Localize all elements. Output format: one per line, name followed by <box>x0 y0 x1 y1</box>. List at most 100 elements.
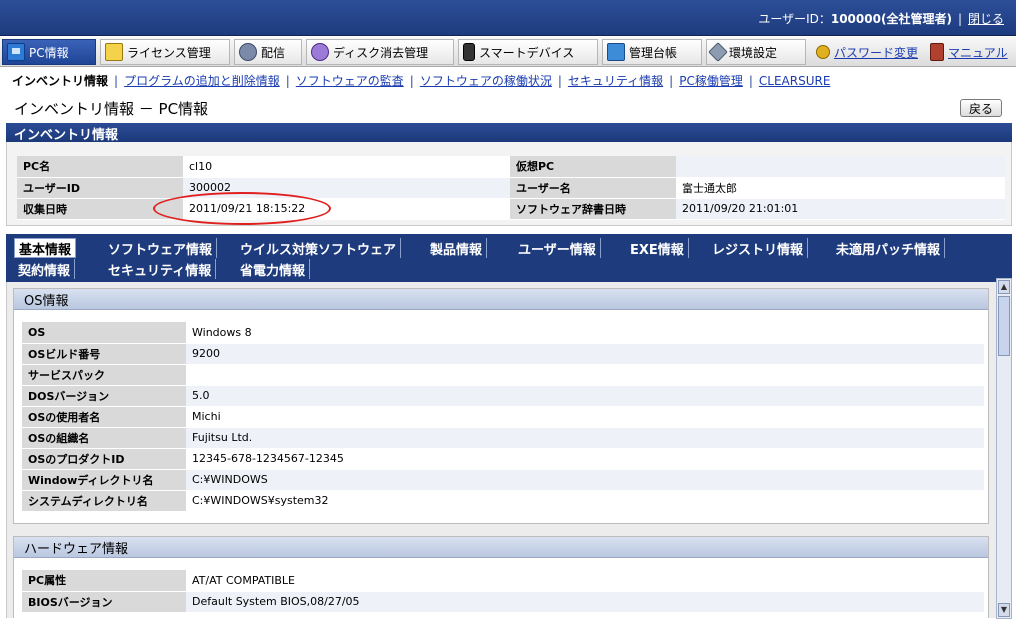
user-name-label: ユーザー名 <box>510 177 676 199</box>
back-button[interactable]: 戻る <box>960 99 1002 117</box>
ledger-icon <box>607 43 625 61</box>
pc-icon <box>7 43 25 61</box>
row-value: Michi <box>186 406 984 428</box>
section-header-inventory: インベントリ情報 <box>6 123 1012 143</box>
row-label: DOSバージョン <box>22 385 186 407</box>
tab-product-info[interactable]: 製品情報 <box>426 238 488 258</box>
separator: | <box>669 74 674 88</box>
row-label: システムディレクトリ名 <box>22 490 186 512</box>
row-label: OSの使用者名 <box>22 406 186 428</box>
tab-user-info[interactable]: ユーザー情報 <box>514 238 601 258</box>
row-value: 9200 <box>186 343 984 365</box>
tab-basic-info[interactable]: 基本情報 <box>14 238 77 258</box>
menu-manual-label: マニュアル <box>948 45 1008 60</box>
pc-name-label: PC名 <box>17 156 183 178</box>
scroll-down-icon[interactable]: ▼ <box>998 603 1010 617</box>
row-label: PC属性 <box>22 570 186 592</box>
tab-antivirus[interactable]: ウイルス対策ソフトウェア <box>236 238 402 258</box>
table-row: OSの使用者名 Michi <box>22 406 984 428</box>
virtual-pc-value <box>676 156 1005 178</box>
vertical-scrollbar[interactable]: ▲ ▼ <box>996 278 1012 619</box>
menu-disk-erase-label: ディスク消去管理 <box>333 45 429 60</box>
table-row: DOSバージョン 5.0 <box>22 385 984 407</box>
row-label: Windowディレクトリ名 <box>22 469 186 491</box>
tab-registry-info[interactable]: レジストリ情報 <box>708 238 809 258</box>
menu-manual[interactable]: マニュアル <box>926 39 1014 65</box>
top-bar: ユーザーID：100000(全社管理者) | 閉じる <box>0 0 1016 36</box>
row-value: Fujitsu Ltd. <box>186 427 984 449</box>
menu-smart-device-label: スマートデバイス <box>479 45 575 60</box>
submenu-link-security[interactable]: セキュリティ情報 <box>568 74 663 88</box>
row-value: Windows 8 <box>186 322 984 344</box>
menu-disk-erase[interactable]: ディスク消去管理 <box>306 39 454 65</box>
license-icon <box>105 43 123 61</box>
user-id-prefix: ユーザーID： <box>758 12 831 26</box>
menu-ledger-label: 管理台帳 <box>629 45 678 60</box>
row-label: OSのプロダクトID <box>22 448 186 470</box>
row-value <box>186 364 984 386</box>
table-row: OSの組織名 Fujitsu Ltd. <box>22 427 984 449</box>
page-title: インベントリ情報 － PC情報 <box>14 100 209 118</box>
smartphone-icon <box>463 43 475 61</box>
separator: | <box>557 74 562 88</box>
close-link[interactable]: 閉じる <box>968 12 1004 26</box>
table-row: OSのプロダクトID 12345-678-1234567-12345 <box>22 448 984 470</box>
submenu-link-usage[interactable]: ソフトウェアの稼働状況 <box>420 74 552 88</box>
table-row: PC名 cl10 仮想PC <box>17 156 1005 178</box>
submenu-link-programs[interactable]: プログラムの追加と削除情報 <box>124 74 280 88</box>
hardware-info-box: ハードウェア情報 PC属性 AT/AT COMPATIBLE BIOSバージョン D… <box>13 536 989 618</box>
table-row: サービスパック <box>22 364 984 386</box>
submenu-link-clearsure[interactable]: CLEARSURE <box>759 74 831 88</box>
row-label: サービスパック <box>22 364 186 386</box>
distribution-icon <box>239 43 257 61</box>
submenu-link-pc-operation[interactable]: PC稼働管理 <box>679 74 743 88</box>
tab-exe-info[interactable]: EXE情報 <box>626 238 689 258</box>
menu-password-change[interactable]: パスワード変更 <box>812 39 924 65</box>
table-row: システムディレクトリ名 C:¥WINDOWS¥system32 <box>22 490 984 512</box>
tab-software-info[interactable]: ソフトウェア情報 <box>104 238 218 258</box>
row-value: C:¥WINDOWS <box>186 469 984 491</box>
table-row: PC属性 AT/AT COMPATIBLE <box>22 570 984 592</box>
menu-ledger[interactable]: 管理台帳 <box>602 39 702 65</box>
menu-license-label: ライセンス管理 <box>127 45 211 60</box>
book-icon <box>930 43 944 61</box>
table-row: BIOSバージョン Default System BIOS,08/27/05 <box>22 591 984 613</box>
menu-distribution[interactable]: 配信 <box>234 39 302 65</box>
row-value: 5.0 <box>186 385 984 407</box>
main-menu: PC情報 ライセンス管理 配信 ディスク消去管理 スマートデバイス 管理台帳 環… <box>0 37 1016 67</box>
separator: | <box>114 74 119 88</box>
submenu-link-audit[interactable]: ソフトウェアの監査 <box>296 74 404 88</box>
scroll-thumb[interactable] <box>998 296 1010 356</box>
scroll-up-icon[interactable]: ▲ <box>998 280 1010 294</box>
user-info: ユーザーID：100000(全社管理者) | 閉じる <box>758 10 1004 27</box>
tab-contract-info[interactable]: 契約情報 <box>14 259 76 279</box>
hardware-info-header: ハードウェア情報 <box>14 537 988 558</box>
user-id-value: 100000(全社管理者) <box>830 12 952 26</box>
os-info-box: OS情報 OS Windows 8 OSビルド番号 9200 サービスパック DOS… <box>13 288 989 524</box>
menu-environment[interactable]: 環境設定 <box>706 39 806 65</box>
tab-security-info[interactable]: セキュリティ情報 <box>104 259 217 279</box>
hardware-info-table: PC属性 AT/AT COMPATIBLE BIOSバージョン Default Sy… <box>22 570 984 613</box>
separator: | <box>285 74 290 88</box>
row-label: OSビルド番号 <box>22 343 186 365</box>
user-id-label: ユーザーID <box>17 177 183 199</box>
virtual-pc-label: 仮想PC <box>510 156 676 178</box>
sub-menu: インベントリ情報 | プログラムの追加と削除情報 | ソフトウェアの監査 | ソフトウェアの… <box>12 72 830 90</box>
menu-environment-label: 環境設定 <box>729 45 778 60</box>
dictionary-value: 2011/09/20 21:01:01 <box>676 198 1005 220</box>
menu-distribution-label: 配信 <box>261 45 286 60</box>
tab-power-saving[interactable]: 省電力情報 <box>236 259 311 279</box>
menu-pc-info[interactable]: PC情報 <box>2 39 96 65</box>
row-value: AT/AT COMPATIBLE <box>186 570 984 592</box>
menu-smart-device[interactable]: スマートデバイス <box>458 39 598 65</box>
os-info-header: OS情報 <box>14 289 988 310</box>
tab-unapplied-patch[interactable]: 未適用パッチ情報 <box>832 238 946 258</box>
dictionary-label: ソフトウェア辞書日時 <box>510 198 676 220</box>
row-label: OS <box>22 322 186 344</box>
os-info-table: OS Windows 8 OSビルド番号 9200 サービスパック DOSバージョン… <box>22 322 984 512</box>
table-row: ユーザーID 300002 ユーザー名 富士通太郎 <box>17 177 1005 199</box>
submenu-current: インベントリ情報 <box>12 74 109 88</box>
row-value: Default System BIOS,08/27/05 <box>186 591 984 613</box>
table-row: OS Windows 8 <box>22 322 984 344</box>
menu-license[interactable]: ライセンス管理 <box>100 39 230 65</box>
